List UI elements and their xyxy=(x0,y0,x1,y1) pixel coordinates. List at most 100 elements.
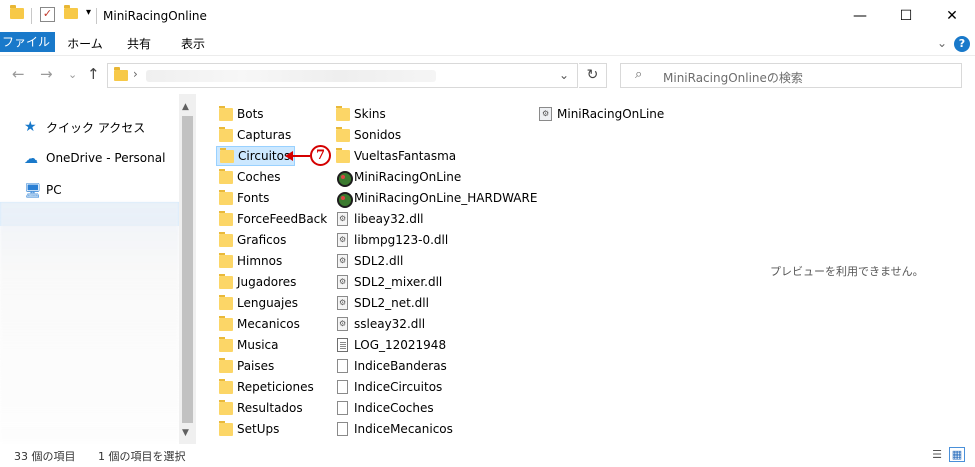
file-name: Repeticiones xyxy=(237,380,314,394)
nav-scroll-thumb[interactable] xyxy=(182,116,193,423)
file-item[interactable]: Circuitos xyxy=(216,146,296,166)
recent-locations-icon[interactable]: ⌄ xyxy=(68,68,77,81)
annotation-badge: 7 xyxy=(310,145,331,166)
back-button[interactable]: ← xyxy=(12,65,25,83)
file-item[interactable]: Lenguajes xyxy=(216,293,302,313)
file-name: Jugadores xyxy=(237,275,297,289)
file-item[interactable]: MiniRacingOnLine_HARDWARE xyxy=(333,188,541,208)
file-item[interactable]: LOG_12021948 xyxy=(333,335,450,355)
file-item[interactable]: libmpg123-0.dll xyxy=(333,230,452,250)
file-name: Paises xyxy=(237,359,275,373)
file-name: Sonidos xyxy=(354,128,402,142)
file-item[interactable]: SDL2_mixer.dll xyxy=(333,272,446,292)
address-bar[interactable]: › ⌄ xyxy=(107,63,578,88)
file-item[interactable]: IndiceCircuitos xyxy=(333,377,446,397)
file-name: ForceFeedBack xyxy=(237,212,328,226)
title-bar: ✓ ▾ MiniRacingOnline — ☐ ✕ xyxy=(0,0,975,32)
folder-icon xyxy=(218,232,234,247)
customize-toolbar-icon[interactable]: ▾ xyxy=(86,7,91,18)
file-icon xyxy=(335,401,351,415)
dll-file-icon xyxy=(335,275,351,289)
file-item[interactable]: MiniRacingOnLine xyxy=(536,104,668,124)
tab-share[interactable]: 共有 xyxy=(116,32,162,56)
file-name: Musica xyxy=(237,338,279,352)
file-item[interactable]: Paises xyxy=(216,356,278,376)
close-button[interactable]: ✕ xyxy=(929,0,975,32)
file-icon xyxy=(335,422,351,436)
file-item[interactable]: Graficos xyxy=(216,230,290,250)
breadcrumb[interactable] xyxy=(146,70,436,82)
divider xyxy=(31,8,32,24)
file-item[interactable]: MiniRacingOnLine xyxy=(333,167,465,187)
item-count: 33 個の項目 xyxy=(14,450,76,463)
file-name: Skins xyxy=(354,107,386,121)
file-item[interactable]: Fonts xyxy=(216,188,273,208)
tab-view[interactable]: 表示 xyxy=(170,32,216,56)
nav-item-quick-access[interactable]: ★ クイック アクセス xyxy=(0,115,180,139)
file-item[interactable]: Sonidos xyxy=(333,125,405,145)
file-item[interactable]: SetUps xyxy=(216,419,283,439)
file-name: libmpg123-0.dll xyxy=(354,233,449,247)
file-item[interactable]: IndiceMecanicos xyxy=(333,419,457,439)
file-item[interactable]: ssleay32.dll xyxy=(333,314,429,334)
new-folder-icon[interactable] xyxy=(64,5,78,19)
text-file-icon xyxy=(335,338,351,352)
help-icon[interactable]: ? xyxy=(954,36,970,52)
maximize-button[interactable]: ☐ xyxy=(883,0,929,32)
app-icon xyxy=(335,170,353,187)
file-item[interactable]: IndiceCoches xyxy=(333,398,438,418)
up-button[interactable]: ↑ xyxy=(87,65,100,83)
search-input[interactable]: ⌕ MiniRacingOnlineの検索 xyxy=(620,63,962,88)
file-item[interactable]: Musica xyxy=(216,335,283,355)
scroll-down-icon[interactable]: ▼ xyxy=(182,428,189,438)
file-item[interactable]: SDL2.dll xyxy=(333,251,407,271)
forward-button[interactable]: → xyxy=(40,65,53,83)
tab-home[interactable]: ホーム xyxy=(62,32,108,56)
file-item[interactable]: Coches xyxy=(216,167,285,187)
folder-icon xyxy=(218,379,234,394)
file-name: ssleay32.dll xyxy=(354,317,426,331)
file-name: Himnos xyxy=(237,254,283,268)
scroll-up-icon[interactable]: ▲ xyxy=(182,102,189,112)
file-item[interactable]: VueltasFantasma xyxy=(333,146,460,166)
file-item[interactable]: Himnos xyxy=(216,251,286,271)
nav-item-pc[interactable]: 🖥 PC xyxy=(0,179,180,203)
app-icon xyxy=(335,191,353,208)
ribbon-tabs: ファイル ホーム 共有 表示 ⌄ ? xyxy=(0,32,975,56)
file-icon xyxy=(335,380,351,394)
preview-message: プレビューを利用できません。 xyxy=(770,265,924,278)
file-item[interactable]: Repeticiones xyxy=(216,377,318,397)
file-item[interactable]: ForceFeedBack xyxy=(216,209,331,229)
search-placeholder: MiniRacingOnlineの検索 xyxy=(663,71,803,85)
file-item[interactable]: Mecanicos xyxy=(216,314,304,334)
file-name: Mecanicos xyxy=(237,317,300,331)
folder-icon xyxy=(218,169,234,184)
file-item[interactable]: Resultados xyxy=(216,398,307,418)
file-item[interactable]: Jugadores xyxy=(216,272,300,292)
file-name: SDL2_net.dll xyxy=(354,296,429,310)
dll-file-icon xyxy=(335,317,351,331)
file-item[interactable]: Skins xyxy=(333,104,390,124)
minimize-button[interactable]: — xyxy=(837,0,883,32)
navigation-pane: ★ クイック アクセス ☁ OneDrive - Personal 🖥 PC ▲… xyxy=(0,94,196,444)
folder-icon xyxy=(218,316,234,331)
expand-ribbon-icon[interactable]: ⌄ xyxy=(937,36,947,50)
details-view-icon[interactable]: ☰ xyxy=(930,448,944,461)
file-list: Bots Capturas Circuitos Coches Fonts ForceFee… xyxy=(196,94,756,444)
list-view-icon[interactable]: ▦ xyxy=(949,447,965,462)
file-item[interactable]: Bots xyxy=(216,104,268,124)
file-item[interactable]: Capturas xyxy=(216,125,295,145)
refresh-button[interactable]: ↻ xyxy=(579,63,607,88)
folder-icon xyxy=(218,400,234,415)
file-name: SDL2.dll xyxy=(354,254,404,268)
tab-file[interactable]: ファイル xyxy=(0,32,55,52)
address-dropdown-icon[interactable]: ⌄ xyxy=(559,68,569,82)
cloud-icon: ☁ xyxy=(24,151,38,167)
file-item[interactable]: SDL2_net.dll xyxy=(333,293,433,313)
file-item[interactable]: libeay32.dll xyxy=(333,209,428,229)
properties-icon[interactable]: ✓ xyxy=(40,7,55,22)
folder-icon xyxy=(218,358,234,373)
folder-icon xyxy=(114,67,128,81)
nav-item-onedrive[interactable]: ☁ OneDrive - Personal xyxy=(0,147,180,171)
file-item[interactable]: IndiceBanderas xyxy=(333,356,451,376)
